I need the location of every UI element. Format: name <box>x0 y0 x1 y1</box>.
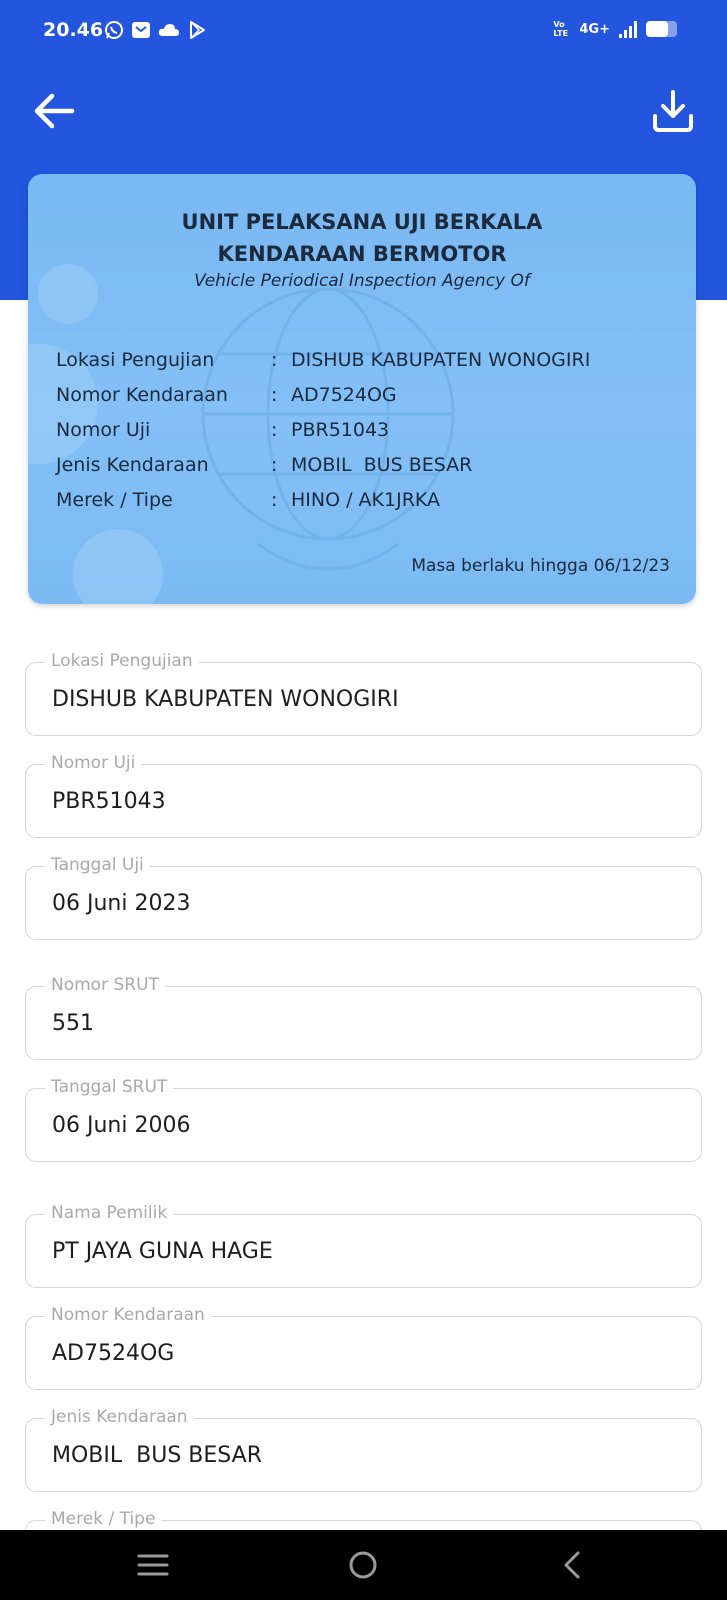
field-value: PBR51043 <box>52 789 166 814</box>
field-value: MOBIL BUS BESAR <box>52 1443 262 1468</box>
card-title-line1: UNIT PELAKSANA UJI BERKALA <box>181 210 543 234</box>
card-row-label: Lokasi Pengujian <box>56 348 215 371</box>
chevron-left-icon <box>564 1551 580 1579</box>
field-value: AD7524OG <box>52 1341 175 1366</box>
field-label: Nomor SRUT <box>45 974 165 996</box>
field-value: DISHUB KABUPATEN WONOGIRI <box>52 687 399 712</box>
play-store-icon <box>190 21 205 39</box>
status-time: 20.46 <box>43 19 104 41</box>
notification-icons <box>104 20 207 40</box>
signal-icon <box>619 21 637 38</box>
cloud-icon <box>158 24 179 36</box>
card-row: Lokasi Pengujian : DISHUB KABUPATEN WONO… <box>56 342 590 377</box>
field-value: PT JAYA GUNA HAGE <box>52 1239 273 1264</box>
field-value: 551 <box>52 1011 94 1036</box>
network-label: 4G+ <box>579 21 610 37</box>
field-label: Tanggal Uji <box>45 854 150 876</box>
status-bar: 20.46 Vo LTE 4G+ <box>0 0 727 64</box>
field-label: Lokasi Pengujian <box>45 650 199 672</box>
card-row-colon: : <box>271 383 278 406</box>
navigation-bar <box>0 1530 727 1600</box>
card-subtitle: Vehicle Periodical Inspection Agency Of <box>194 271 530 291</box>
card-row: Jenis Kendaraan : MOBIL BUS BESAR <box>56 447 590 482</box>
field-label: Nama Pemilik <box>45 1202 174 1224</box>
field-label: Tanggal SRUT <box>45 1076 174 1098</box>
card-title-line2: KENDARAAN BERMOTOR <box>217 242 507 266</box>
field-label: Merek / Tipe <box>45 1508 162 1530</box>
card-row-colon: : <box>271 488 278 511</box>
field-jenis-kendaraan[interactable]: Jenis Kendaraan MOBIL BUS BESAR <box>25 1406 702 1492</box>
card-row-value: PBR51043 <box>291 418 390 441</box>
card-row: Merek / Tipe : HINO / AK1JRKA <box>56 482 590 517</box>
field-lokasi-pengujian[interactable]: Lokasi Pengujian DISHUB KABUPATEN WONOGI… <box>25 650 702 736</box>
field-tanggal-uji[interactable]: Tanggal Uji 06 Juni 2023 <box>25 854 702 940</box>
card-row: Nomor Uji : PBR51043 <box>56 412 590 447</box>
download-icon <box>653 90 693 132</box>
card-row-label: Nomor Uji <box>56 418 151 441</box>
field-label: Jenis Kendaraan <box>45 1406 194 1428</box>
card-row-value: MOBIL BUS BESAR <box>291 453 473 476</box>
field-tanggal-srut[interactable]: Tanggal SRUT 06 Juni 2006 <box>25 1076 702 1162</box>
card-row-label: Merek / Tipe <box>56 488 173 511</box>
card-row-value: HINO / AK1JRKA <box>291 488 441 511</box>
whatsapp-icon <box>105 21 123 39</box>
battery-icon <box>646 21 677 37</box>
back-button[interactable] <box>30 88 78 134</box>
card-row-colon: : <box>271 418 278 441</box>
volte-label: Vo LTE <box>553 20 569 38</box>
home-circle-icon <box>349 1551 377 1579</box>
mail-icon <box>132 22 150 38</box>
battery-level <box>646 21 668 37</box>
card-info-table: Lokasi Pengujian : DISHUB KABUPATEN WONO… <box>56 342 590 517</box>
home-button[interactable] <box>346 1550 380 1580</box>
recents-button[interactable] <box>136 1550 170 1580</box>
card-row-colon: : <box>271 453 278 476</box>
field-label: Nomor Kendaraan <box>45 1304 211 1326</box>
menu-icon <box>137 1554 169 1576</box>
download-button[interactable] <box>650 88 696 134</box>
card-row-colon: : <box>271 348 278 371</box>
card-row-value: AD7524OG <box>291 383 397 406</box>
field-value: 06 Juni 2006 <box>52 1113 191 1138</box>
field-label: Nomor Uji <box>45 752 142 774</box>
field-nama-pemilik[interactable]: Nama Pemilik PT JAYA GUNA HAGE <box>25 1202 702 1288</box>
card-row-label: Nomor Kendaraan <box>56 383 228 406</box>
system-icons: Vo LTE 4G+ <box>553 20 677 38</box>
card-row: Nomor Kendaraan : AD7524OG <box>56 377 590 412</box>
field-nomor-kendaraan[interactable]: Nomor Kendaraan AD7524OG <box>25 1304 702 1390</box>
inspection-card: UNIT PELAKSANA UJI BERKALA KENDARAAN BER… <box>28 174 696 604</box>
system-back-button[interactable] <box>556 1550 590 1580</box>
field-value: 06 Juni 2023 <box>52 891 191 916</box>
card-row-value: DISHUB KABUPATEN WONOGIRI <box>291 348 591 371</box>
card-validity: Masa berlaku hingga 06/12/23 <box>411 556 670 576</box>
field-nomor-uji[interactable]: Nomor Uji PBR51043 <box>25 752 702 838</box>
card-title: UNIT PELAKSANA UJI BERKALA KENDARAAN BER… <box>28 206 696 270</box>
field-nomor-srut[interactable]: Nomor SRUT 551 <box>25 974 702 1060</box>
arrow-left-icon <box>34 93 75 129</box>
card-row-label: Jenis Kendaraan <box>56 453 209 476</box>
